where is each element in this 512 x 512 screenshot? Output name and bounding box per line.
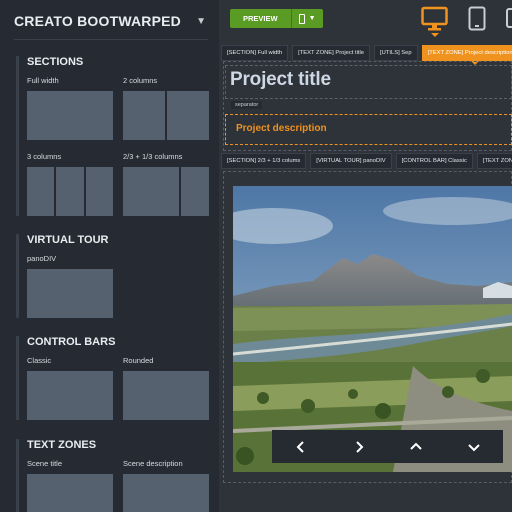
thumbnail-classic[interactable] bbox=[27, 371, 113, 420]
element-tabs-row-2: [SECTION] 2/3 + 1/3 colums [VIRTUAL TOUR… bbox=[221, 153, 512, 169]
component-2-3-1-3-columns[interactable]: 2/3 + 1/3 columns bbox=[123, 152, 209, 216]
tab-control-bar-classic[interactable]: [CONTROL BAR] Classic bbox=[395, 153, 473, 169]
component-scene-description[interactable]: Scene description bbox=[123, 459, 209, 512]
component-label: Full width bbox=[27, 76, 59, 85]
component-label: Rounded bbox=[123, 356, 154, 365]
group-title: CONTROL BARS bbox=[27, 336, 116, 348]
tab-utils-separator[interactable]: [UTILS] Sep bbox=[374, 45, 418, 61]
desktop-icon[interactable] bbox=[421, 6, 448, 32]
sidebar-group-text-zones: TEXT ZONES Scene title Scene description bbox=[16, 439, 216, 512]
component-2-columns[interactable]: 2 columns bbox=[123, 76, 209, 140]
project-description[interactable]: Project description bbox=[236, 123, 327, 134]
component-rounded[interactable]: Rounded bbox=[123, 356, 209, 420]
component-label: Scene description bbox=[123, 459, 183, 468]
thumbnail-2-columns[interactable] bbox=[123, 91, 209, 140]
tab-text-zone-project-title[interactable]: [TEXT ZONE] Project title bbox=[292, 45, 371, 61]
tab-section-full-width[interactable]: [SECTION] Full width bbox=[221, 45, 289, 61]
components-sidebar: CREATO BOOTWARPED ▼ SECTIONS Full width … bbox=[0, 0, 219, 512]
component-classic[interactable]: Classic bbox=[27, 356, 113, 420]
component-panodiv[interactable]: panoDIV bbox=[27, 254, 113, 318]
component-full-width[interactable]: Full width bbox=[27, 76, 113, 140]
tab-text-zone-project-description[interactable]: [TEXT ZONE] Project description bbox=[421, 45, 512, 61]
caret-down-icon[interactable]: ▼ bbox=[196, 16, 206, 27]
project-title[interactable]: Project title bbox=[230, 69, 331, 91]
component-label: 2 columns bbox=[123, 76, 158, 85]
chevron-up-icon[interactable] bbox=[404, 435, 428, 459]
thumbnail-panodiv[interactable] bbox=[27, 269, 113, 318]
separator-label[interactable]: separator bbox=[231, 101, 263, 109]
preview-label: PREVIEW bbox=[230, 9, 292, 28]
component-scene-title[interactable]: Scene title bbox=[27, 459, 113, 512]
chevron-right-icon[interactable] bbox=[347, 435, 371, 459]
control-bar-classic bbox=[272, 430, 503, 463]
component-label: panoDIV bbox=[27, 254, 57, 263]
preview-device-dropdown[interactable]: ▼ bbox=[292, 9, 323, 28]
top-toolbar: PREVIEW ▼ bbox=[219, 0, 512, 40]
sidebar-group-virtual-tour: VIRTUAL TOUR panoDIV bbox=[16, 234, 216, 318]
group-title: VIRTUAL TOUR bbox=[27, 234, 109, 246]
group-title: SECTIONS bbox=[27, 56, 84, 68]
sidebar-group-control-bars: CONTROL BARS Classic Rounded bbox=[16, 336, 216, 420]
caret-down-icon: ▼ bbox=[308, 15, 316, 22]
element-tabs-row-1: [SECTION] Full width [TEXT ZONE] Project… bbox=[221, 45, 512, 61]
tab-section-2-3-1-3[interactable]: [SECTION] 2/3 + 1/3 colums bbox=[221, 153, 307, 169]
tab-text-zone[interactable]: [TEXT ZONE] bbox=[476, 153, 512, 169]
layout-canvas: [SECTION] Full width [TEXT ZONE] Project… bbox=[219, 40, 512, 512]
mobile-icon bbox=[298, 13, 305, 24]
component-label: 2/3 + 1/3 columns bbox=[123, 152, 183, 161]
app-title: CREATO BOOTWARPED bbox=[14, 13, 181, 29]
chevron-down-icon[interactable] bbox=[462, 435, 486, 459]
sidebar-group-sections: SECTIONS Full width 2 columns 3 columns … bbox=[16, 56, 216, 216]
phone-icon[interactable] bbox=[506, 6, 512, 32]
thumbnail-scene-title[interactable] bbox=[27, 474, 113, 512]
component-label: Scene title bbox=[27, 459, 63, 468]
tablet-icon[interactable] bbox=[468, 6, 486, 32]
thumbnail-3-columns[interactable] bbox=[27, 167, 113, 216]
app-header[interactable]: CREATO BOOTWARPED ▼ bbox=[14, 12, 208, 40]
component-3-columns[interactable]: 3 columns bbox=[27, 152, 113, 216]
tab-virtual-tour-panodiv[interactable]: [VIRTUAL TOUR] panoDIV bbox=[310, 153, 392, 169]
thumbnail-full-width[interactable] bbox=[27, 91, 113, 140]
preview-button[interactable]: PREVIEW ▼ bbox=[230, 9, 323, 28]
thumbnail-rounded[interactable] bbox=[123, 371, 209, 420]
chevron-left-icon[interactable] bbox=[289, 435, 313, 459]
component-label: 3 columns bbox=[27, 152, 62, 161]
active-device-indicator bbox=[431, 33, 439, 37]
thumbnail-2-3-1-3-columns[interactable] bbox=[123, 167, 209, 216]
thumbnail-scene-description[interactable] bbox=[123, 474, 209, 512]
group-title: TEXT ZONES bbox=[27, 439, 97, 451]
component-label: Classic bbox=[27, 356, 52, 365]
